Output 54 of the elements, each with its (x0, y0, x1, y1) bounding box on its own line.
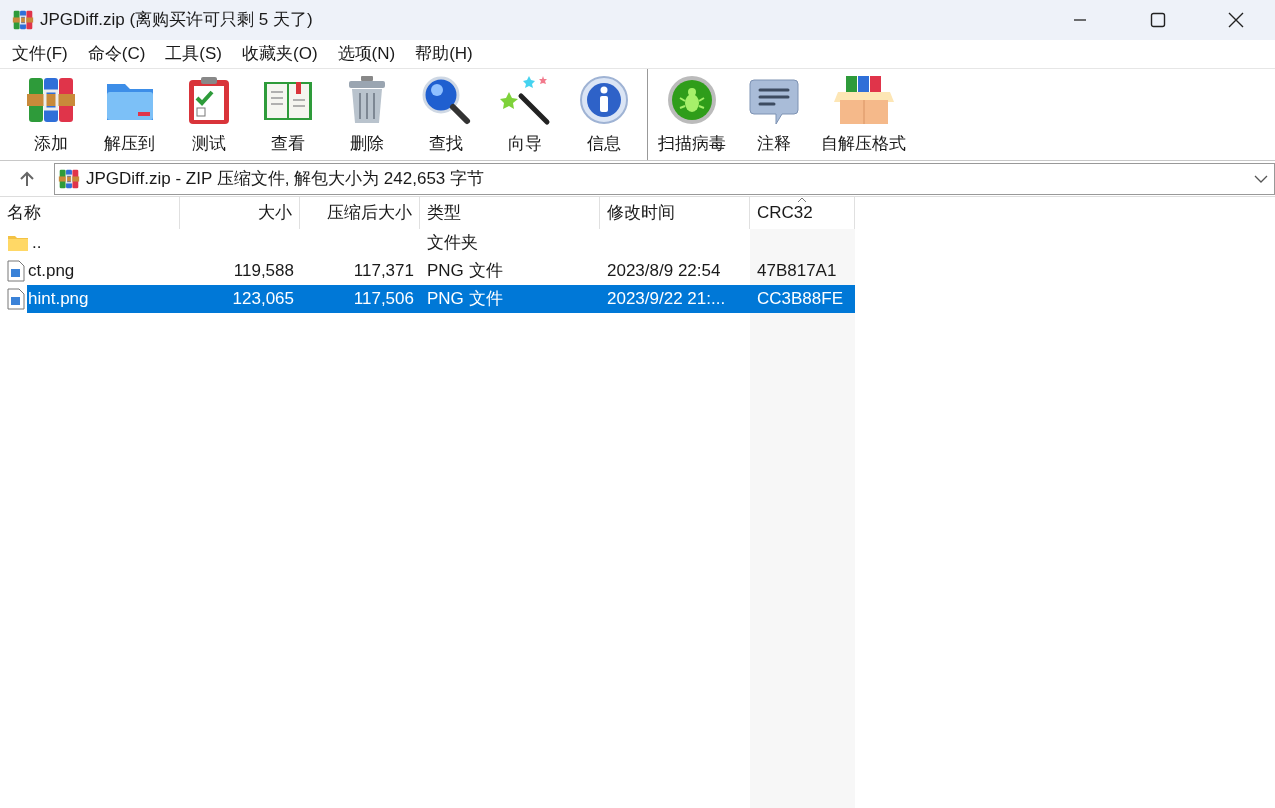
toolbar-button[interactable]: 解压到 (90, 73, 169, 156)
column-header[interactable]: 修改时间 (600, 197, 750, 229)
archive-icon (58, 167, 80, 190)
column-header[interactable]: 名称 (0, 197, 180, 229)
column-header[interactable]: 大小 (180, 197, 300, 229)
file-row[interactable]: hint.png 123,065 117,506 PNG 文件 2023/9/22 21:... CC3B88FE (0, 285, 1275, 313)
table-cell-text: 2023/9/22 21:... (607, 288, 726, 311)
toolbar-button[interactable]: 测试 (169, 73, 248, 156)
image-file-icon (7, 260, 25, 282)
menu-item[interactable]: 文件(F) (2, 40, 78, 68)
menu-item[interactable]: 收藏夹(O) (232, 40, 328, 68)
toolbar-button[interactable]: 查找 (406, 73, 485, 156)
table-cell-text: 117,506 (353, 288, 414, 311)
address-field[interactable]: JPGDiff.zip - ZIP 压缩文件, 解包大小为 242,653 字节 (54, 162, 1275, 195)
toolbar-button[interactable]: 扫描病毒 (650, 73, 734, 156)
file-name: hint.png (27, 285, 180, 313)
table-cell-text: 119,588 (233, 260, 294, 283)
dropdown-caret-icon[interactable] (1254, 174, 1268, 183)
maximize-icon (1150, 12, 1166, 28)
menu-item[interactable]: 工具(S) (155, 40, 232, 68)
table-cell-text: 47B817A1 (757, 260, 837, 283)
table-cell-text: 文件夹 (427, 232, 478, 255)
table-cell-text: 123,065 (232, 288, 294, 311)
toolbar-button[interactable]: 自解压格式 (813, 73, 914, 156)
column-header[interactable]: 压缩后大小 (300, 197, 420, 229)
app-icon (12, 9, 34, 31)
toolbar-button[interactable]: 向导 (485, 73, 564, 156)
box-books-icon (831, 73, 896, 126)
toolbar-button[interactable]: 注释 (734, 73, 813, 156)
toolbar-button[interactable]: 删除 (327, 73, 406, 156)
table-cell-text: PNG 文件 (427, 288, 503, 311)
toolbar-button[interactable]: 信息 (564, 73, 643, 156)
toolbar-button[interactable]: 添加 (11, 73, 90, 156)
info-icon (577, 73, 630, 126)
column-header[interactable]: 类型 (420, 197, 600, 229)
table-cell-text: PNG 文件 (427, 260, 503, 283)
folder-icon (7, 234, 29, 252)
file-row[interactable]: ct.png 119,588 117,371 PNG 文件 2023/8/9 22:54 47B817A1 (0, 257, 1275, 285)
menu-item[interactable]: 帮助(H) (405, 40, 483, 68)
menu-item[interactable]: 命令(C) (77, 40, 156, 68)
menu-item[interactable]: 选项(N) (327, 40, 406, 68)
table-cell-text: 2023/8/9 22:54 (607, 260, 721, 283)
window-title: JPGDiff.zip (离购买许可只剩 5 天了) (40, 9, 313, 32)
file-row[interactable]: .. 文件夹 (0, 229, 1275, 257)
address-text: JPGDiff.zip - ZIP 压缩文件, 解包大小为 242,653 字节 (86, 167, 485, 190)
file-name: ct.png (27, 260, 76, 283)
file-name: .. (31, 232, 43, 255)
bug-scan-icon (666, 73, 718, 126)
close-icon (1228, 12, 1244, 28)
up-arrow-icon (18, 169, 36, 188)
image-file-icon (7, 288, 25, 310)
table-cell-text: CC3B88FE (757, 288, 843, 311)
toolbar-button[interactable]: 查看 (248, 73, 327, 156)
table-cell-text: 117,371 (353, 260, 414, 283)
